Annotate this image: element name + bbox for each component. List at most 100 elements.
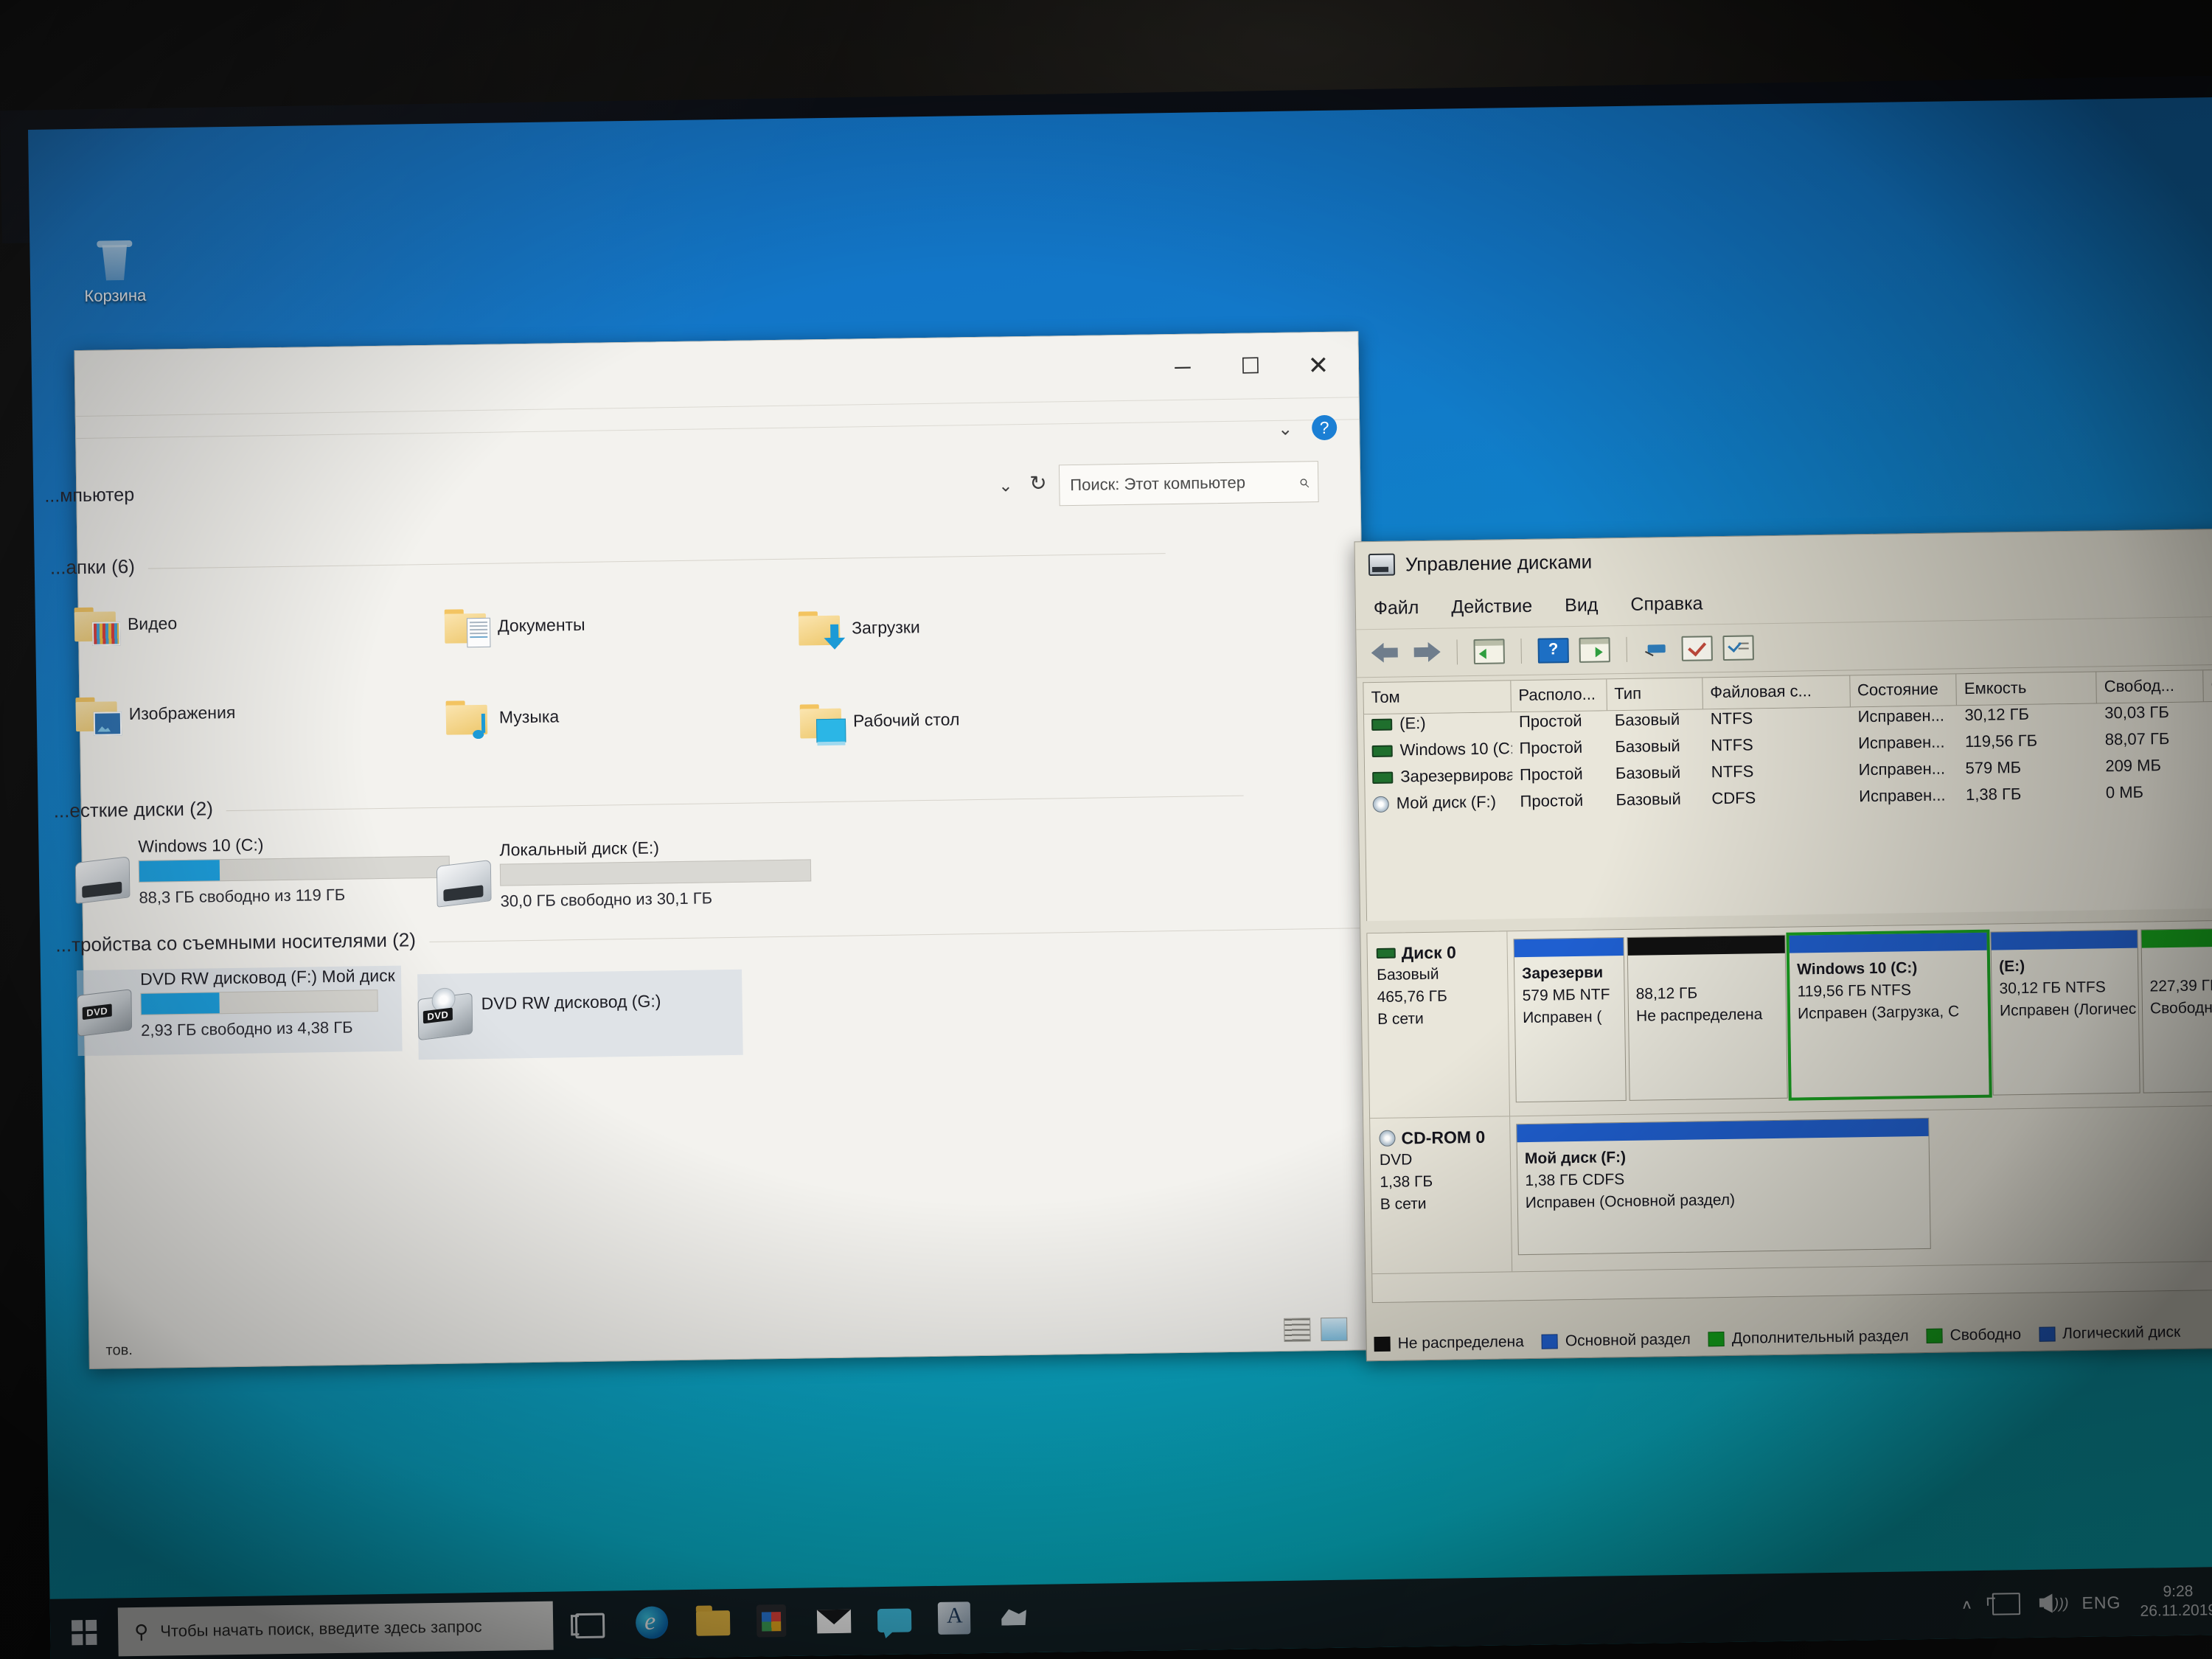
start-button[interactable] (50, 1598, 119, 1659)
folder-label: Изображения (128, 702, 236, 723)
disk-info-disk0: Диск 0 Базовый 465,76 ГБ В сети (1367, 931, 1511, 1119)
cell-free: 209 МБ (2105, 756, 2162, 776)
search-input[interactable]: Поиск: Этот компьютер ⌕ (1058, 461, 1319, 507)
menu-item-view[interactable]: Вид (1565, 594, 1599, 616)
drive-item-dvd-f[interactable]: DVD RW дисковод (F:) Мой диск 2,93 ГБ св… (76, 965, 403, 1057)
volume-icon[interactable]: ))) (2039, 1593, 2068, 1613)
hdd-icon (74, 856, 131, 905)
cell-free: 0 МБ (2105, 782, 2144, 802)
clock[interactable]: 9:28 26.11.2019 (2140, 1582, 2212, 1621)
task-view-icon[interactable] (574, 1607, 611, 1644)
window-title: Управление дисками (1405, 550, 1593, 575)
partition-size: 579 МБ NTF (1522, 986, 1610, 1005)
legend-label-unallocated: Не распределена (1397, 1333, 1525, 1352)
column-header-layout[interactable]: Располо... (1511, 679, 1607, 712)
checklist-icon[interactable] (1722, 635, 1754, 661)
folder-item-downloads[interactable]: Загрузки (798, 610, 920, 646)
partition-unallocated[interactable]: 88,12 ГБ Не распределена (1627, 934, 1788, 1101)
partition-size: 119,56 ГБ NTFS (1797, 981, 1912, 1001)
partition-e[interactable]: (E:) 30,12 ГБ NTFS Исправен (Логичес (1990, 929, 2140, 1096)
volume-table-body: (E:) Простой Базовый NTFS Исправен... 30… (1363, 700, 2212, 922)
help-icon[interactable]: ? (1537, 638, 1569, 664)
disk-info-cdrom0: CD-ROM 0 DVD 1,38 ГБ В сети (1370, 1116, 1513, 1274)
cd-disk-icon (1379, 1130, 1396, 1147)
properties-icon[interactable] (1681, 636, 1713, 661)
column-header-capacity[interactable]: Емкость (1956, 672, 2098, 706)
file-explorer-window[interactable]: ─ ☐ ✕ ⌄ ? ...мпьютер ⌄ ↻ Поиск: Этот ком… (44, 331, 1374, 1369)
show-console-tree-icon[interactable] (1473, 639, 1505, 664)
folder-item-documents[interactable]: Документы (444, 608, 585, 648)
app-icon-2[interactable] (998, 1601, 1034, 1637)
column-header-volume[interactable]: Том (1363, 681, 1512, 714)
cell-free-pct: 36 % (2205, 754, 2212, 782)
disk-size: 1,38 ГБ (1380, 1172, 1433, 1191)
disk-row-disk0[interactable]: Диск 0 Базовый 465,76 ГБ В сети Зарезерв… (1367, 919, 2212, 1119)
column-header-type[interactable]: Тип (1607, 678, 1703, 711)
column-header-free-pct[interactable]: Свобод (2203, 669, 2212, 702)
group-header-removable[interactable]: ...тройства со съемными носителями (2) (55, 928, 416, 956)
chevron-down-icon[interactable]: ⌄ (1278, 419, 1293, 440)
folder-item-desktop[interactable]: Рабочий стол (799, 702, 960, 743)
group-header-folders[interactable]: ...апки (6) (50, 555, 136, 580)
address-chevron-down-icon[interactable]: ⌄ (998, 476, 1013, 495)
mail-icon[interactable] (816, 1604, 853, 1640)
rescan-disks-icon[interactable] (1643, 638, 1671, 661)
cell-type: Базовый (1615, 789, 1681, 810)
folder-item-video[interactable]: Видео (74, 606, 178, 646)
column-header-status[interactable]: Состояние (1849, 674, 1958, 707)
microsoft-store-icon[interactable] (756, 1604, 793, 1641)
disk-row-cdrom0[interactable]: CD-ROM 0 DVD 1,38 ГБ В сети Мой диск (F:… (1370, 1105, 2212, 1275)
menu-item-help[interactable]: Справка (1630, 593, 1703, 615)
drive-name: DVD RW дисковод (F:) Мой диск (139, 965, 395, 989)
explorer-view-buttons (1284, 1317, 1348, 1342)
app-icon-1[interactable] (937, 1601, 974, 1638)
folder-item-pictures[interactable]: Изображения (75, 695, 236, 736)
menu-item-file[interactable]: Файл (1374, 597, 1419, 619)
details-view-button[interactable] (1284, 1318, 1311, 1342)
large-icons-view-button[interactable] (1321, 1317, 1348, 1342)
close-button[interactable]: ✕ (1284, 342, 1352, 389)
show-hidden-icons-icon[interactable]: ∧ (1961, 1597, 1972, 1613)
menu-item-action[interactable]: Действие (1451, 595, 1532, 618)
network-icon[interactable] (1992, 1593, 2020, 1615)
minimize-button[interactable]: ─ (1149, 344, 1217, 391)
taskbar-search-input[interactable]: ⚲ Чтобы начать поиск, введите здесь запр… (117, 1601, 554, 1657)
dvd-empty-icon (417, 992, 473, 1041)
explorer-title-bar[interactable]: ─ ☐ ✕ (74, 332, 1359, 420)
folder-item-music[interactable]: Музыка (445, 699, 560, 735)
column-header-filesystem[interactable]: Файловая с... (1702, 675, 1851, 709)
cell-volume: Зарезервировано... (1400, 765, 1513, 786)
edge-browser-icon[interactable] (635, 1606, 672, 1642)
video-folder-icon (74, 607, 121, 646)
cell-filesystem: NTFS (1711, 735, 1753, 755)
partition-reserved[interactable]: Зарезерви 579 МБ NTF Исправен ( (1513, 937, 1627, 1103)
file-explorer-icon[interactable] (695, 1605, 732, 1641)
desktop-icon-recycle-bin[interactable]: Корзина (59, 238, 170, 306)
partition-windows-c[interactable]: Windows 10 (C:) 119,56 ГБ NTFS Исправен … (1786, 929, 1992, 1101)
pictures-folder-icon (75, 697, 122, 736)
group-header-hard-disks[interactable]: ...есткие диски (2) (53, 797, 213, 822)
show-action-pane-icon[interactable] (1579, 637, 1610, 663)
folder-label: Музыка (498, 706, 560, 727)
back-arrow-icon[interactable] (1371, 641, 1401, 664)
maximize-button[interactable]: ☐ (1216, 344, 1284, 390)
refresh-icon[interactable]: ↻ (1029, 471, 1047, 495)
forward-arrow-icon[interactable] (1411, 641, 1441, 664)
dvd-icon (77, 989, 133, 1037)
explorer-address-bar[interactable]: ...мпьютер ⌄ ↻ Поиск: Этот компьютер ⌕ (44, 456, 1360, 526)
partition-free-space[interactable]: 227,39 ГБ Свободно (2140, 927, 2212, 1093)
breadcrumb[interactable]: ...мпьютер (44, 484, 134, 507)
drive-item-local-e[interactable]: Локальный диск (E:) 30,0 ГБ свободно из … (436, 835, 880, 927)
cell-capacity: 119,56 ГБ (1964, 731, 2038, 751)
chat-icon[interactable] (877, 1602, 914, 1638)
screen-content: Корзина ─ ☐ ✕ ⌄ ? ...мпьютер ⌄ ↻ Поиск: … (28, 97, 2212, 1659)
help-icon[interactable]: ? (1311, 414, 1338, 441)
cell-filesystem: NTFS (1711, 762, 1754, 782)
disk-management-window[interactable]: Управление дисками Файл Действие Вид Спр… (1354, 527, 2212, 1362)
windows-start-icon (71, 1619, 97, 1646)
language-indicator[interactable]: ENG (2081, 1593, 2121, 1613)
drive-item-dvd-g[interactable]: DVD RW дисковод (G:) (417, 969, 743, 1060)
column-header-free[interactable]: Свобод... (2096, 670, 2204, 703)
cell-filesystem: NTFS (1710, 709, 1753, 728)
partition-my-disk-f[interactable]: Мой диск (F:) 1,38 ГБ CDFS Исправен (Осн… (1516, 1117, 1931, 1256)
